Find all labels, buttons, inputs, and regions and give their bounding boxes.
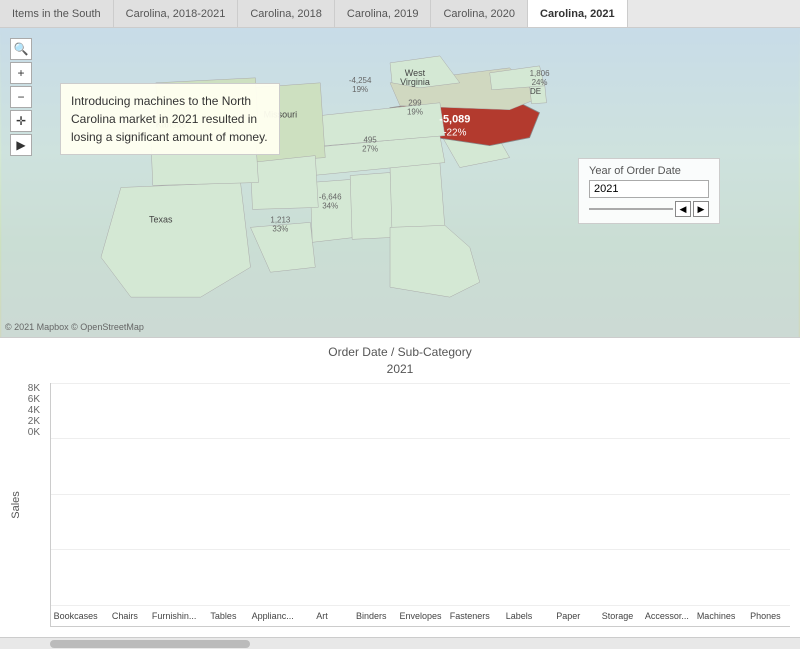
x-label: Tables: [199, 611, 248, 621]
zoom-out-button[interactable]: −: [10, 86, 32, 108]
zoom-in-button[interactable]: +: [10, 62, 32, 84]
tab-carolina-2018[interactable]: Carolina, 2018: [238, 0, 335, 27]
x-label: Machines: [691, 611, 740, 621]
next-year-button[interactable]: ▶: [693, 201, 709, 217]
x-label: Labels: [494, 611, 543, 621]
svg-text:Texas: Texas: [149, 214, 173, 224]
x-label: Envelopes: [396, 611, 445, 621]
prev-year-button[interactable]: ◀: [675, 201, 691, 217]
chart-area: 8K6K4K2K0K Sales BookcasesChairsFurnishi…: [10, 383, 790, 627]
svg-text:495: 495: [363, 136, 377, 145]
svg-text:299: 299: [408, 99, 422, 108]
annotation-box: Introducing machines to the North Caroli…: [60, 83, 280, 155]
slider-track: [589, 208, 673, 210]
y-axis: 8K6K4K2K0K: [10, 383, 45, 458]
x-label: Art: [297, 611, 346, 621]
tab-carolina-2020[interactable]: Carolina, 2020: [431, 0, 528, 27]
x-label: Phones: [741, 611, 790, 621]
svg-text:Virginia: Virginia: [400, 77, 430, 87]
x-label: Bookcases: [51, 611, 100, 621]
x-label: Furnishin...: [150, 611, 199, 621]
main-content: Texas Kansas Missouri West Virginia DE -…: [0, 28, 800, 649]
svg-text:19%: 19%: [352, 85, 368, 94]
x-label: Chairs: [100, 611, 149, 621]
arrow-button[interactable]: ▶: [10, 134, 32, 156]
tab-items-in-the-south[interactable]: Items in the South: [0, 0, 114, 27]
scrollbar-thumb[interactable]: [50, 640, 250, 648]
x-label: Fasteners: [445, 611, 494, 621]
x-label: Storage: [593, 611, 642, 621]
y-label: 2K: [28, 416, 40, 427]
svg-text:DE: DE: [530, 87, 541, 96]
svg-text:-6,646: -6,646: [319, 192, 342, 201]
tab-bar: Items in the SouthCarolina, 2018-2021Car…: [0, 0, 800, 28]
svg-text:34%: 34%: [322, 201, 338, 210]
svg-text:27%: 27%: [362, 145, 378, 154]
y-label: 8K: [28, 383, 40, 394]
x-label: Paper: [544, 611, 593, 621]
y-label: 0K: [28, 427, 40, 438]
tab-carolina-2021[interactable]: Carolina, 2021: [528, 0, 628, 27]
search-button[interactable]: 🔍: [10, 38, 32, 60]
tab-carolina-2019[interactable]: Carolina, 2019: [335, 0, 432, 27]
mapbox-credit: © 2021 Mapbox © OpenStreetMap: [5, 322, 144, 332]
map-section: Texas Kansas Missouri West Virginia DE -…: [0, 28, 800, 338]
y-axis-label: Sales: [10, 491, 22, 519]
chart-title: Order Date / Sub-Category 2021: [10, 338, 790, 378]
svg-text:1,213: 1,213: [270, 215, 291, 224]
y-label: 4K: [28, 405, 40, 416]
year-input[interactable]: [589, 180, 709, 198]
svg-text:-22%: -22%: [443, 128, 466, 139]
y-label: 6K: [28, 394, 40, 405]
annotation-text: Introducing machines to the North Caroli…: [71, 94, 268, 144]
x-label: Applianc...: [248, 611, 297, 621]
chart-title-main: Order Date / Sub-Category: [10, 344, 790, 361]
year-filter: Year of Order Date ◀ ▶: [578, 158, 720, 224]
svg-text:1,806: 1,806: [530, 69, 551, 78]
crosshair-button[interactable]: ✛: [10, 110, 32, 132]
x-label: Binders: [347, 611, 396, 621]
svg-text:24%: 24%: [532, 78, 548, 87]
year-filter-controls: ◀ ▶: [589, 201, 709, 217]
horizontal-scrollbar[interactable]: [0, 637, 800, 649]
chart-inner: BookcasesChairsFurnishin...TablesApplian…: [50, 383, 790, 627]
map-controls: 🔍 + − ✛ ▶: [10, 38, 32, 156]
tab-carolina-2018-2021[interactable]: Carolina, 2018-2021: [114, 0, 239, 27]
year-filter-label: Year of Order Date: [589, 165, 709, 177]
chart-section: Order Date / Sub-Category 2021 8K6K4K2K0…: [0, 338, 800, 637]
bars-container: [51, 383, 790, 606]
svg-text:-5,089: -5,089: [439, 114, 470, 126]
svg-text:-4,254: -4,254: [349, 76, 372, 85]
x-labels: BookcasesChairsFurnishin...TablesApplian…: [51, 606, 790, 626]
x-label: Accessor...: [642, 611, 691, 621]
svg-text:19%: 19%: [407, 108, 423, 117]
chart-subtitle: 2021: [10, 361, 790, 378]
svg-text:33%: 33%: [272, 224, 288, 233]
